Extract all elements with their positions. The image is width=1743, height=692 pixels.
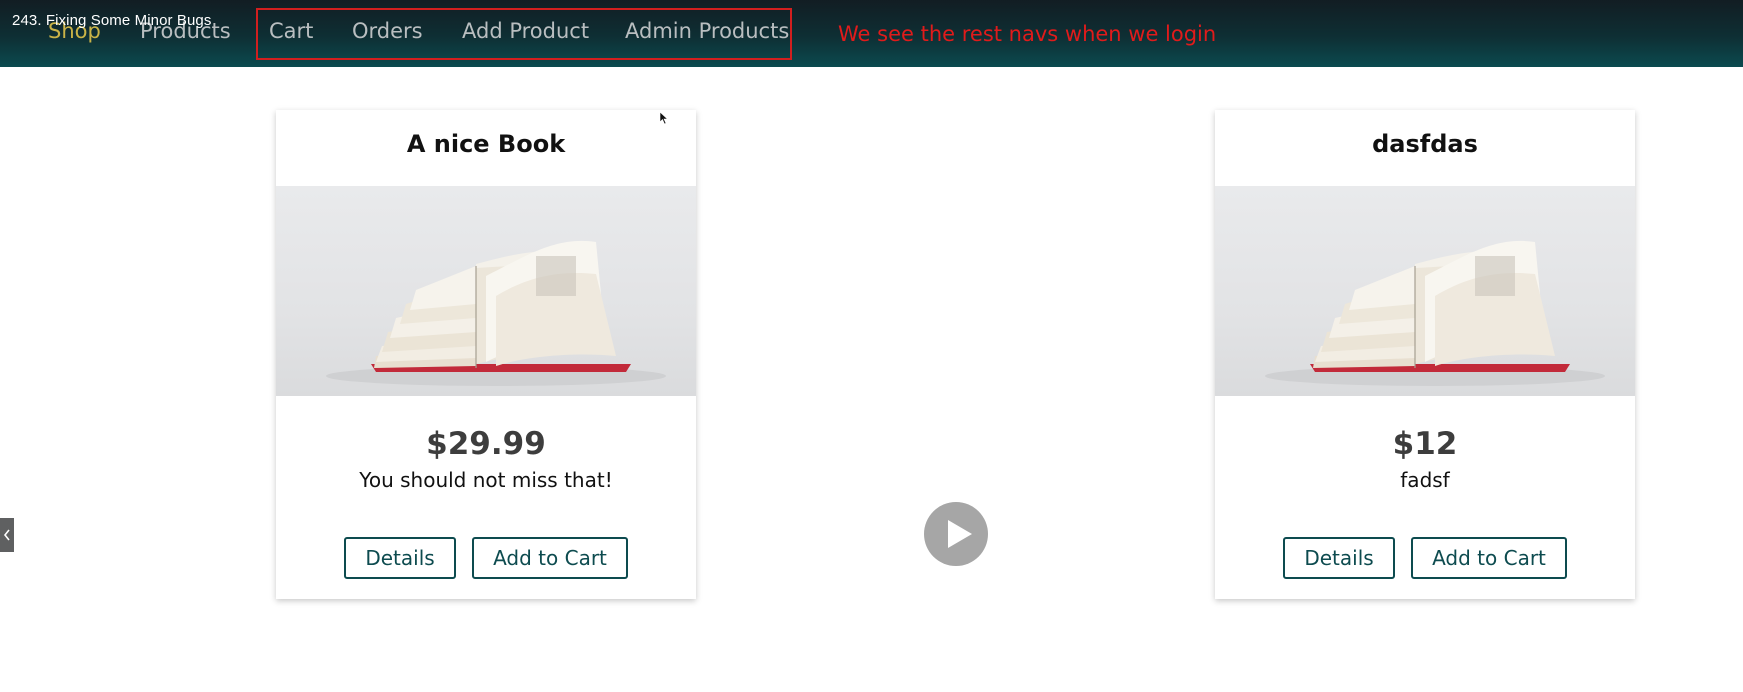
add-to-cart-button[interactable]: Add to Cart [472, 537, 628, 579]
annotation-text: We see the rest navs when we login [838, 22, 1217, 46]
product-title: dasfdas [1372, 130, 1478, 158]
details-button[interactable]: Details [1283, 537, 1395, 579]
product-description: fadsf [1400, 468, 1450, 492]
sidebar-toggle-tab[interactable] [0, 518, 14, 552]
details-button[interactable]: Details [344, 537, 456, 579]
product-card: dasfdas $12 fadsf Details Add to Cart [1215, 110, 1635, 599]
annotation-highlight-box [256, 8, 792, 60]
product-image [1215, 186, 1635, 396]
product-card: A nice Book $29.99 You should not miss t… [276, 110, 696, 599]
product-price: $29.99 [426, 426, 546, 462]
mouse-cursor-icon [659, 110, 669, 129]
product-description: You should not miss that! [359, 468, 613, 492]
video-play-button[interactable] [924, 502, 988, 566]
product-title: A nice Book [406, 130, 566, 158]
add-to-cart-button[interactable]: Add to Cart [1411, 537, 1567, 579]
chevron-left-icon [3, 529, 10, 541]
play-icon [948, 520, 972, 548]
product-image [276, 186, 696, 396]
product-price: $12 [1392, 426, 1458, 462]
video-title: 243. Fixing Some Minor Bugs [12, 12, 212, 29]
navigation-header: 243. Fixing Some Minor Bugs Shop Product… [0, 0, 1743, 67]
